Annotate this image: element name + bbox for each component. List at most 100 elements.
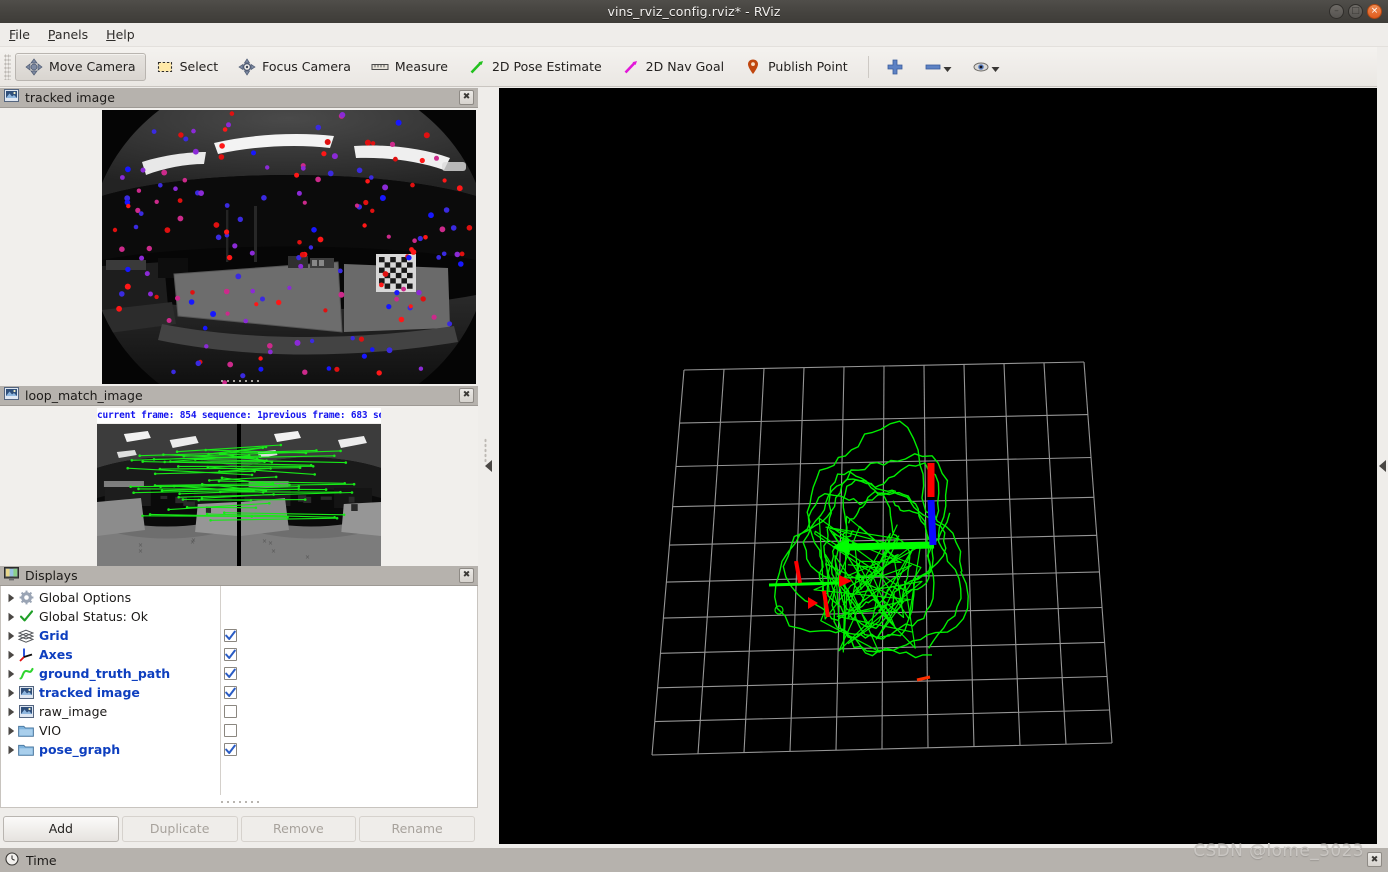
right-panel-collapse-handle[interactable]: [1377, 88, 1388, 844]
menu-item-panels[interactable]: Panels: [39, 25, 97, 44]
expand-triangle-icon[interactable]: [5, 705, 18, 718]
remove-tool-chevron-down-icon[interactable]: [943, 62, 952, 76]
time-panel-title: Time: [26, 852, 57, 868]
close-button[interactable]: ×: [1367, 4, 1382, 19]
expand-triangle-icon[interactable]: [5, 743, 18, 756]
displays-item-label: pose_graph: [39, 742, 121, 757]
map-pin-icon: [744, 58, 762, 76]
expand-triangle-icon[interactable]: [5, 629, 18, 642]
tool-measure[interactable]: Measure: [361, 53, 458, 81]
displays-item-checkbox[interactable]: [224, 686, 237, 699]
menu-help-rest: elp: [115, 27, 135, 42]
minus-icon: [924, 58, 942, 76]
displays-item-checkbox[interactable]: [224, 648, 237, 661]
displays-item-checkbox[interactable]: [224, 705, 237, 718]
expand-triangle-icon[interactable]: [5, 648, 18, 661]
expand-triangle-icon[interactable]: [5, 724, 18, 737]
displays-item-vio[interactable]: VIO: [1, 721, 477, 740]
folder-icon: [18, 723, 34, 739]
tool-2d-pose-estimate-label: 2D Pose Estimate: [491, 59, 602, 74]
menu-item-help[interactable]: Help: [97, 25, 144, 44]
left-panel-collapse-handle[interactable]: [478, 88, 499, 844]
remove-button[interactable]: Remove: [240, 815, 357, 842]
3d-render-view[interactable]: [499, 88, 1377, 844]
remove-tool-button[interactable]: [921, 56, 955, 78]
expand-triangle-icon[interactable]: [5, 610, 18, 623]
displays-item-checkbox[interactable]: [224, 743, 237, 756]
maximize-button[interactable]: □: [1348, 4, 1363, 19]
tracked-image-panel: tracked image ✖: [0, 88, 478, 386]
displays-panel-splitter[interactable]: [219, 799, 259, 805]
add-button[interactable]: Add: [3, 815, 119, 842]
image-display-icon: [18, 685, 34, 701]
displays-item-grid[interactable]: Grid: [1, 626, 477, 645]
displays-panel-title: Displays: [25, 568, 78, 583]
tool-2d-nav-goal[interactable]: 2D Nav Goal: [612, 53, 734, 81]
image-display-icon: [18, 704, 34, 720]
svg-text:×: ×: [138, 548, 143, 555]
green-arrow-icon: [468, 58, 486, 76]
displays-item-checkbox[interactable]: [224, 629, 237, 642]
loop-match-viewport[interactable]: × × × × × × × × current frame: 854 sequence: 1p…: [0, 406, 478, 566]
add-tool-button[interactable]: [883, 56, 907, 78]
tracked-panel-splitter[interactable]: [219, 378, 259, 384]
tool-move-camera[interactable]: Move Camera: [15, 52, 146, 81]
visibility-tool-button[interactable]: [969, 56, 1003, 78]
rename-button[interactable]: Rename: [359, 815, 475, 842]
expand-triangle-icon[interactable]: [5, 686, 18, 699]
grid-icon: [18, 628, 34, 644]
path-icon: [18, 666, 34, 682]
svg-text:×: ×: [271, 548, 276, 555]
image-display-icon: [4, 387, 19, 404]
focus-camera-icon: [238, 57, 256, 76]
displays-item-ground-truth-path[interactable]: ground_truth_path: [1, 664, 477, 683]
svg-text:×: ×: [138, 542, 143, 549]
loop-match-close-icon[interactable]: ✖: [459, 388, 474, 403]
duplicate-button[interactable]: Duplicate: [121, 815, 238, 842]
tool-publish-point-label: Publish Point: [768, 59, 848, 74]
folder-icon: [18, 742, 34, 758]
tool-measure-label: Measure: [394, 59, 448, 74]
tool-select[interactable]: Select: [146, 53, 229, 81]
displays-item-pose-graph[interactable]: pose_graph: [1, 740, 477, 759]
loop-match-camera-image: × × × × × × × ×: [97, 424, 381, 566]
displays-item-axes[interactable]: Axes: [1, 645, 477, 664]
loop-match-overlay-text: current frame: 854 sequence: 1previous f…: [97, 408, 381, 423]
displays-column-splitter[interactable]: [220, 586, 221, 795]
displays-item-label: Global Options: [39, 590, 132, 605]
tracked-image-panel-header[interactable]: tracked image ✖: [0, 88, 478, 108]
gear-icon: [18, 590, 34, 606]
displays-close-icon[interactable]: ✖: [459, 568, 474, 583]
displays-tree-viewport[interactable]: Global Options Global Status: Ok Grid Axes g…: [0, 586, 478, 808]
tool-publish-point[interactable]: Publish Point: [734, 53, 858, 81]
axes-icon: [18, 647, 34, 663]
menu-bar: File Panels Help: [0, 23, 1388, 47]
displays-panel-header[interactable]: Displays ✖: [0, 566, 478, 586]
menu-item-file[interactable]: File: [0, 25, 39, 44]
displays-item-global-status[interactable]: Global Status: Ok: [1, 607, 477, 626]
displays-item-raw-image[interactable]: raw_image: [1, 702, 477, 721]
tool-focus-camera[interactable]: Focus Camera: [228, 53, 361, 81]
displays-item-checkbox[interactable]: [224, 667, 237, 680]
time-panel-close-icon[interactable]: ✖: [1367, 852, 1382, 867]
expand-triangle-icon[interactable]: [5, 667, 18, 680]
displays-icon: [4, 567, 19, 584]
minimize-button[interactable]: –: [1329, 4, 1344, 19]
menu-file-rest: ile: [15, 27, 30, 42]
tracked-image-close-icon[interactable]: ✖: [459, 90, 474, 105]
tracked-image-viewport[interactable]: [0, 108, 478, 386]
toolbar-grip[interactable]: [4, 53, 11, 80]
displays-item-label: tracked image: [39, 685, 140, 700]
time-panel: Time ✖: [0, 848, 1388, 872]
expand-triangle-icon[interactable]: [5, 591, 18, 604]
displays-item-global-options[interactable]: Global Options: [1, 588, 477, 607]
svg-text:×: ×: [268, 540, 273, 547]
tool-2d-pose-estimate[interactable]: 2D Pose Estimate: [458, 53, 612, 81]
magenta-arrow-icon: [622, 58, 640, 76]
displays-item-checkbox[interactable]: [224, 724, 237, 737]
svg-text:×: ×: [305, 554, 310, 561]
displays-item-tracked-image[interactable]: tracked image: [1, 683, 477, 702]
visibility-tool-chevron-down-icon[interactable]: [991, 62, 1000, 76]
svg-text:×: ×: [262, 538, 267, 545]
loop-match-panel-header[interactable]: loop_match_image ✖: [0, 386, 478, 406]
